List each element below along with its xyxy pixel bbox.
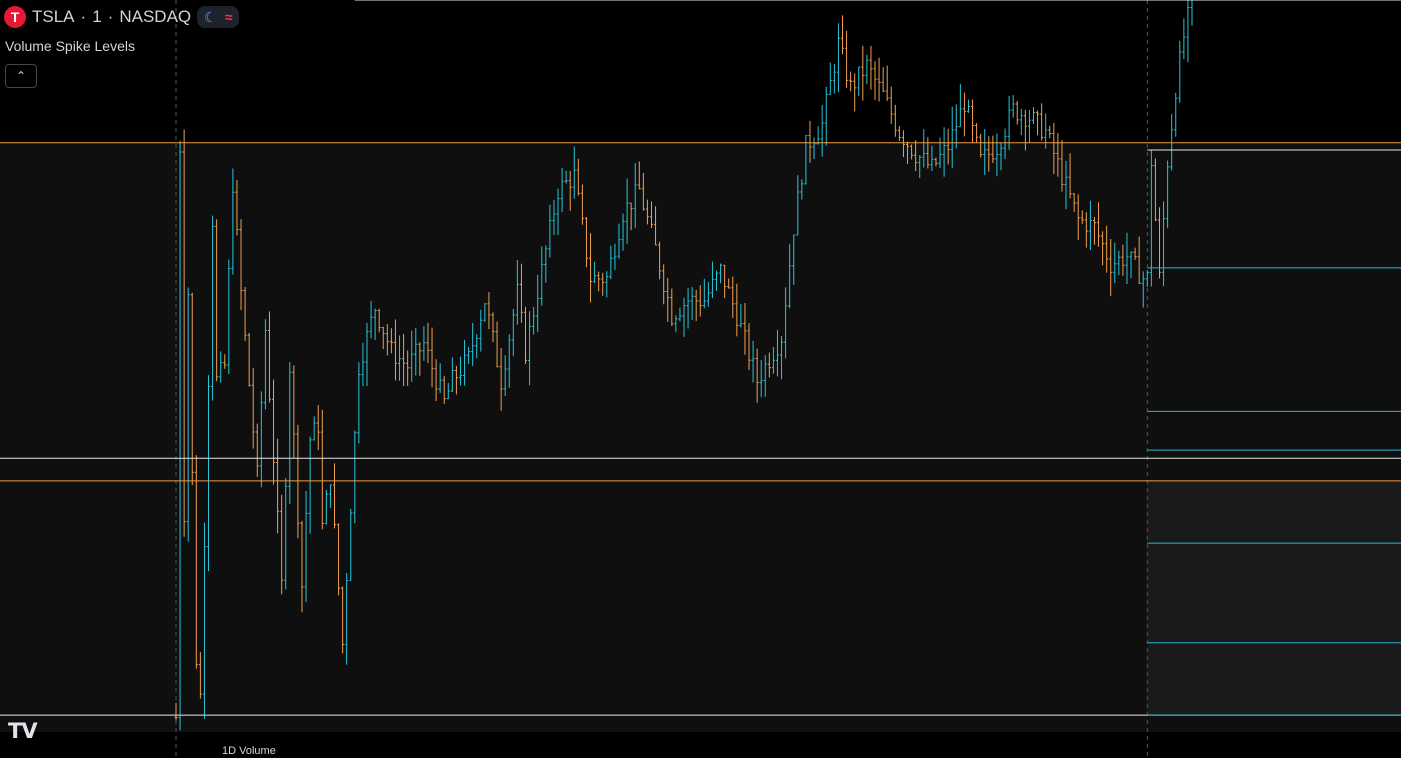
separator: · — [107, 7, 114, 26]
exchange-label: NASDAQ — [119, 7, 192, 26]
volume-pane-label: 1D Volume — [222, 745, 276, 757]
market-status-pill[interactable]: ☾ ≈ — [197, 6, 240, 28]
moon-icon: ☾ — [204, 8, 217, 25]
symbol-header[interactable]: T TSLA · 1 · NASDAQ ☾ ≈ — [4, 5, 240, 29]
interval-label[interactable]: 1 — [92, 7, 101, 27]
tesla-logo-icon: T — [4, 6, 26, 28]
collapse-indicators-button[interactable]: ⌃ — [5, 64, 37, 88]
symbol-name[interactable]: TSLA — [32, 7, 75, 27]
volume-zone — [1147, 480, 1401, 716]
delayed-data-icon: ≈ — [224, 9, 233, 25]
tradingview-logo-icon[interactable]: TV — [8, 719, 38, 743]
indicator-name[interactable]: Volume Spike Levels — [5, 38, 135, 54]
separator: · — [80, 7, 87, 26]
price-chart[interactable] — [0, 0, 1401, 758]
chevron-up-icon: ⌃ — [15, 69, 27, 83]
